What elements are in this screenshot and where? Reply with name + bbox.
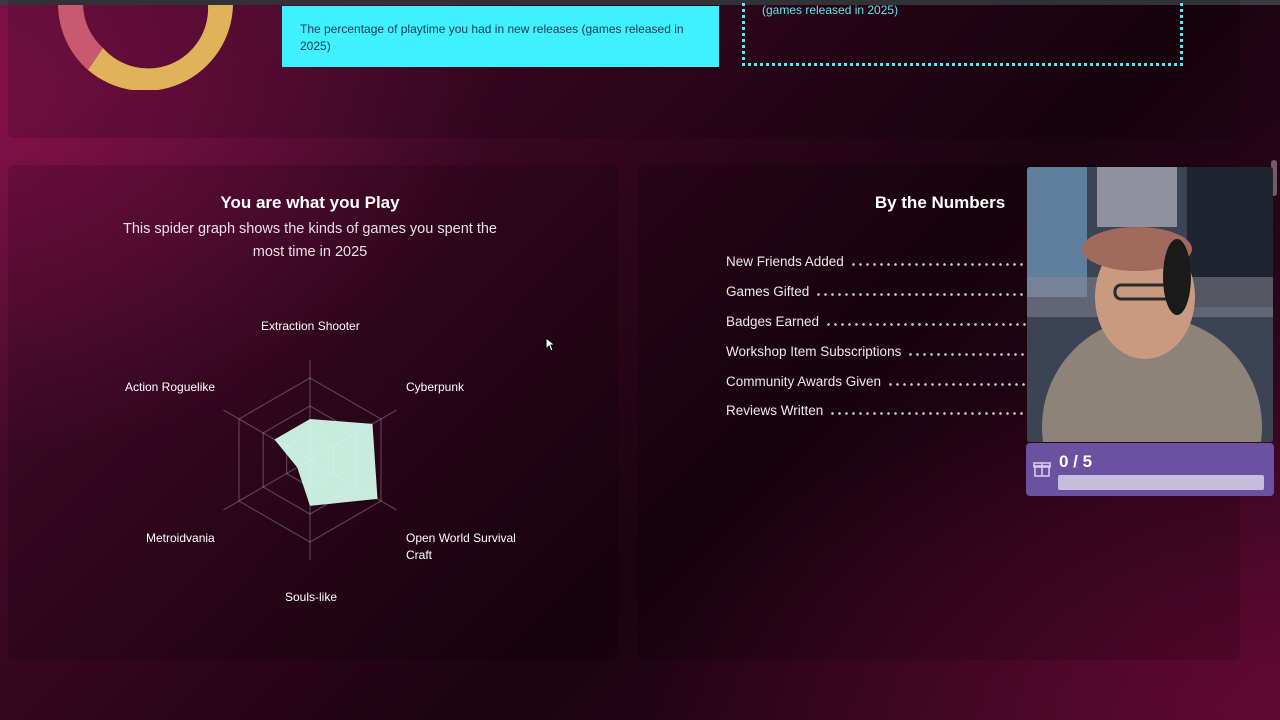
stat-label: New Friends Added — [726, 253, 844, 269]
stat-row-badges-earned: Badges Earned — [726, 312, 1036, 330]
spider-axis-line — [223, 459, 311, 511]
stat-leader-dots — [825, 322, 1036, 326]
numbers-title: By the Numbers — [874, 193, 1006, 212]
stat-label: Community Awards Given — [726, 373, 882, 389]
stat-row-new-friends: New Friends Added — [726, 252, 1036, 270]
mouse-cursor-icon — [545, 337, 555, 352]
axis-label-souls-like: Souls-like — [285, 590, 338, 604]
goal-progress-bar — [1058, 475, 1264, 490]
webcam-overlay — [1027, 167, 1273, 442]
spider-data-shape — [274, 419, 378, 506]
gift-icon — [1033, 462, 1051, 477]
stat-row-workshop-subscriptions: Workshop Item Subscriptions — [726, 342, 1036, 360]
new-releases-tooltip: The percentage of playtime you had in ne… — [282, 6, 719, 67]
stat-leader-dots — [815, 292, 1036, 296]
stat-leader-dots — [849, 262, 1036, 266]
axis-label-open-world-survival-craft: Open World Survival Craft — [406, 531, 516, 562]
spider-graph — [223, 360, 397, 560]
spider-title: You are what you Play — [220, 193, 400, 212]
stat-row-reviews-written: Reviews Written — [726, 401, 1036, 419]
stat-leader-dots — [887, 382, 1036, 386]
new-releases-donut-chart — [48, 0, 248, 90]
goal-count: 0 / 5 — [1059, 452, 1093, 471]
spider-subtitle: This spider graph shows the kinds of gam… — [123, 221, 497, 260]
stat-leader-dots — [907, 352, 1036, 356]
stat-label: Games Gifted — [726, 283, 810, 299]
callout-text: (games released in 2025) — [762, 3, 899, 17]
stat-label: Workshop Item Subscriptions — [726, 343, 902, 359]
donut-segment-other — [88, 5, 233, 90]
subscriber-goal-widget: 0 / 5 — [1026, 443, 1274, 496]
stat-row-games-gifted: Games Gifted — [726, 282, 1036, 300]
stat-label: Badges Earned — [726, 313, 820, 329]
stat-row-community-awards: Community Awards Given — [726, 372, 1036, 390]
stat-label: Reviews Written — [726, 402, 824, 418]
stat-leader-dots — [829, 411, 1036, 415]
axis-label-extraction-shooter: Extraction Shooter — [261, 319, 360, 333]
tooltip-text: The percentage of playtime you had in ne… — [300, 22, 684, 53]
